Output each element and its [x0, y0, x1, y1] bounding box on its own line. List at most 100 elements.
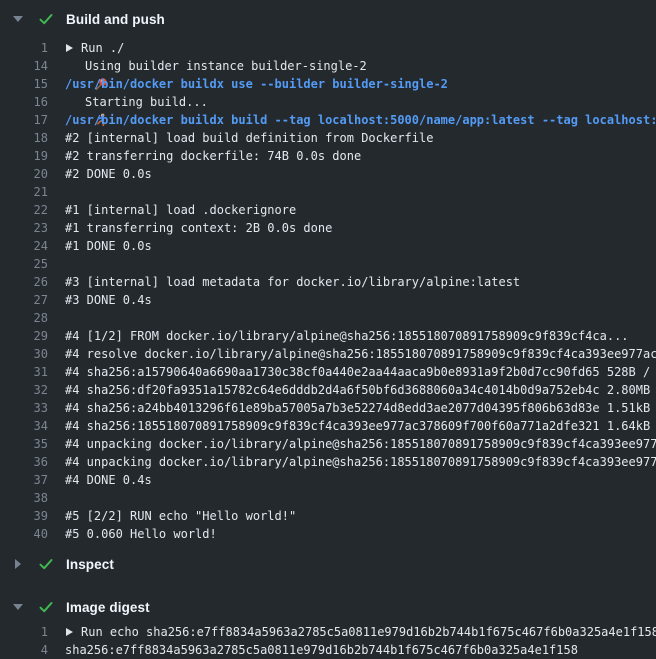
- line-number[interactable]: 27: [0, 291, 48, 309]
- line-number[interactable]: 37: [0, 471, 48, 489]
- log-line: 14 Using builder instance builder-single…: [0, 57, 656, 75]
- line-text: #4 DONE 0.4s: [65, 471, 152, 489]
- log-line: 34 #4 sha256:185518070891758909c9f839cf4…: [0, 417, 656, 435]
- log-line: 15 /usr/bin/docker buildx use --builder …: [0, 75, 656, 93]
- log-line: 23 #1 transferring context: 2B 0.0s done: [0, 219, 656, 237]
- log-line: 33 #4 sha256:a24bb4013296f61e89ba57005a7…: [0, 399, 656, 417]
- line-text: #1 transferring context: 2B 0.0s done: [65, 219, 332, 237]
- log-line: 26 #3 [internal] load metadata for docke…: [0, 273, 656, 291]
- line-number[interactable]: 1: [0, 39, 48, 57]
- log-line: 20 #2 DONE 0.0s: [0, 165, 656, 183]
- log-line: 4 sha256:e7ff8834a5963a2785c5a0811e979d1…: [0, 641, 656, 659]
- line-text: #4 unpacking docker.io/library/alpine@sh…: [65, 453, 656, 471]
- line-text: #4 unpacking docker.io/library/alpine@sh…: [65, 435, 656, 453]
- line-text: #1 DONE 0.0s: [65, 237, 152, 255]
- section-title: Inspect: [66, 557, 114, 572]
- log-line: 19 #2 transferring dockerfile: 74B 0.0s …: [0, 147, 656, 165]
- line-text: #4 [1/2] FROM docker.io/library/alpine@s…: [65, 327, 629, 345]
- line-text: #5 [2/2] RUN echo "Hello world!": [65, 507, 296, 525]
- expand-group-icon[interactable]: [66, 628, 73, 636]
- log-line: 36 #4 unpacking docker.io/library/alpine…: [0, 453, 656, 471]
- line-number[interactable]: 29: [0, 327, 48, 345]
- line-text: /usr/bin/docker buildx build --tag local…: [65, 111, 656, 129]
- log-line: 16 Starting build...: [0, 93, 656, 111]
- line-text: Starting build...: [85, 93, 208, 111]
- section-title: Build and push: [66, 12, 165, 27]
- log-line: 31 #4 sha256:a15790640a6690aa1730c38cf0a…: [0, 363, 656, 381]
- line-number[interactable]: 33: [0, 399, 48, 417]
- line-number[interactable]: 16: [0, 93, 48, 111]
- line-number[interactable]: 23: [0, 219, 48, 237]
- line-text: /usr/bin/docker buildx use --builder bui…: [65, 75, 448, 93]
- log-section-build-and-push: Build and push 1 Run ./ 14 Using builder…: [0, 8, 656, 543]
- line-number[interactable]: 31: [0, 363, 48, 381]
- runner-icon: [65, 95, 79, 109]
- log-section-image-digest: Image digest 1 Run echo sha256:e7ff8834a…: [0, 596, 656, 659]
- triangle-down-icon: [13, 604, 23, 610]
- log-line: 30 #4 resolve docker.io/library/alpine@s…: [0, 345, 656, 363]
- log-line: 21: [0, 183, 656, 201]
- line-text: #5 0.060 Hello world!: [65, 525, 217, 543]
- section-header[interactable]: Image digest: [0, 596, 656, 618]
- log-section-inspect: Inspect: [0, 553, 656, 575]
- line-text: #2 DONE 0.0s: [65, 165, 152, 183]
- line-number[interactable]: 14: [0, 57, 48, 75]
- line-number[interactable]: 39: [0, 507, 48, 525]
- line-number[interactable]: 19: [0, 147, 48, 165]
- line-number[interactable]: 35: [0, 435, 48, 453]
- line-number[interactable]: 22: [0, 201, 48, 219]
- log-line: 24 #1 DONE 0.0s: [0, 237, 656, 255]
- check-icon: [38, 11, 54, 27]
- line-number[interactable]: 17: [0, 111, 48, 129]
- line-number[interactable]: 38: [0, 489, 48, 507]
- log-line: 28: [0, 309, 656, 327]
- line-text: #4 resolve docker.io/library/alpine@sha2…: [65, 345, 656, 363]
- line-number[interactable]: 21: [0, 183, 48, 201]
- line-text: #4 sha256:df20fa9351a15782c64e6dddb2d4a6…: [65, 381, 656, 399]
- line-text: Run echo sha256:e7ff8834a5963a2785c5a081…: [81, 623, 656, 641]
- check-icon: [38, 599, 54, 615]
- line-number[interactable]: 20: [0, 165, 48, 183]
- line-number[interactable]: 30: [0, 345, 48, 363]
- line-number[interactable]: 32: [0, 381, 48, 399]
- log-line: 32 #4 sha256:df20fa9351a15782c64e6dddb2d…: [0, 381, 656, 399]
- log-line: 25: [0, 255, 656, 273]
- line-text: #4 sha256:a24bb4013296f61e89ba57005a7b3e…: [65, 399, 656, 417]
- log-line: 27 #3 DONE 0.4s: [0, 291, 656, 309]
- log-line: 1 Run echo sha256:e7ff8834a5963a2785c5a0…: [0, 623, 656, 641]
- line-number[interactable]: 34: [0, 417, 48, 435]
- log-line: 17 /usr/bin/docker buildx build --tag lo…: [0, 111, 656, 129]
- section-title: Image digest: [66, 600, 150, 615]
- log-line: 37 #4 DONE 0.4s: [0, 471, 656, 489]
- workflow-log-viewer: Build and push 1 Run ./ 14 Using builder…: [0, 0, 656, 659]
- line-text: Using builder instance builder-single-2: [85, 57, 367, 75]
- log-line: 38: [0, 489, 656, 507]
- line-number[interactable]: 1: [0, 623, 48, 641]
- check-icon: [38, 556, 54, 572]
- pushpin-icon: [65, 59, 79, 73]
- log-line: 22 #1 [internal] load .dockerignore: [0, 201, 656, 219]
- line-number[interactable]: 15: [0, 75, 48, 93]
- expand-group-icon[interactable]: [66, 44, 73, 52]
- line-number[interactable]: 36: [0, 453, 48, 471]
- triangle-down-icon: [13, 16, 23, 22]
- line-text: #4 sha256:185518070891758909c9f839cf4ca3…: [65, 417, 656, 435]
- log-line: 40 #5 0.060 Hello world!: [0, 525, 656, 543]
- triangle-right-icon: [15, 559, 21, 569]
- line-number[interactable]: 26: [0, 273, 48, 291]
- line-number[interactable]: 40: [0, 525, 48, 543]
- line-text: Run ./: [81, 39, 124, 57]
- line-number[interactable]: 18: [0, 129, 48, 147]
- line-number[interactable]: 4: [0, 641, 48, 659]
- section-header[interactable]: Build and push: [0, 8, 656, 30]
- line-text: #2 [internal] load build definition from…: [65, 129, 433, 147]
- line-number[interactable]: 25: [0, 255, 48, 273]
- line-text: sha256:e7ff8834a5963a2785c5a0811e979d16b…: [65, 641, 578, 659]
- line-number[interactable]: 28: [0, 309, 48, 327]
- line-text: #3 DONE 0.4s: [65, 291, 152, 309]
- line-text: #3 [internal] load metadata for docker.i…: [65, 273, 520, 291]
- line-number[interactable]: 24: [0, 237, 48, 255]
- section-header[interactable]: Inspect: [0, 553, 656, 575]
- log-line: 18 #2 [internal] load build definition f…: [0, 129, 656, 147]
- log-line: 29 #4 [1/2] FROM docker.io/library/alpin…: [0, 327, 656, 345]
